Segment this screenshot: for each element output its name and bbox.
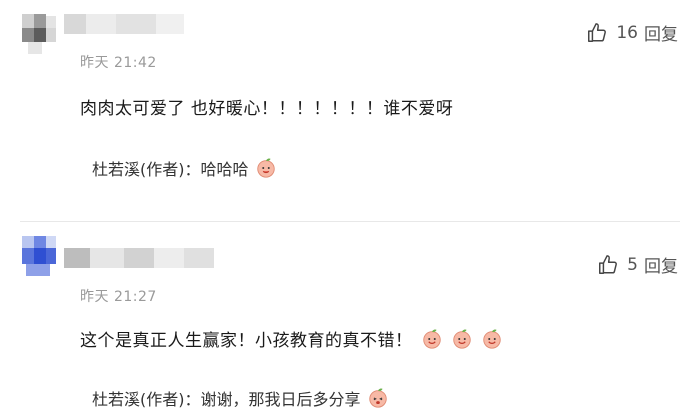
author-reply: 杜若溪(作者) ： 哈哈哈 [92,156,277,180]
peach-smile-emoji [422,328,441,349]
comment-time: 昨天 21:27 [80,289,157,305]
comment-text-row: 这个是真正人生赢家！小孩教育的真不错！ [80,326,503,351]
comment-text: 这个是真正人生赢家！小孩教育的真不错！ [80,331,413,351]
comment-time: 昨天 21:42 [80,55,157,71]
peach-smile-emoji [482,328,501,349]
avatar[interactable] [22,236,56,276]
author-reply-text: 谢谢，那我日后多分享 [200,390,361,409]
peach-shy-emoji [368,388,387,408]
username[interactable] [64,14,184,34]
author-reply: 杜若溪(作者) ： 谢谢，那我日后多分享 [92,386,389,410]
comment-actions: 5 回复 [597,252,678,277]
comment-actions: 16 回复 [586,20,678,45]
author-reply-text: 哈哈哈 [200,160,249,179]
comment-item: 昨天 21:27 5 回复 这个是真正人生赢家！小孩教育的真不错！ 杜若溪(作者… [0,222,700,420]
like-count: 16 [616,22,638,43]
author-name[interactable]: 杜若溪(作者) [92,156,185,180]
thumbs-up-icon[interactable] [586,22,608,44]
thumbs-up-icon[interactable] [597,254,619,276]
reply-button[interactable]: 回复 [644,20,678,45]
reply-separator: ： [184,160,201,179]
author-name[interactable]: 杜若溪(作者) [92,386,185,410]
reply-separator: ： [184,390,201,409]
avatar[interactable] [22,14,56,54]
username[interactable] [64,248,214,268]
peach-smile-emoji [452,328,471,349]
comment-text: 肉肉太可爱了 也好暖心！！！！！！！谁不爱呀 [80,99,454,119]
like-count: 5 [627,254,638,275]
comment-item: 昨天 21:42 16 回复 肉肉太可爱了 也好暖心！！！！！！！谁不爱呀 杜若… [0,0,700,222]
reply-button[interactable]: 回复 [644,252,678,277]
peach-smile-emoji [256,158,275,178]
